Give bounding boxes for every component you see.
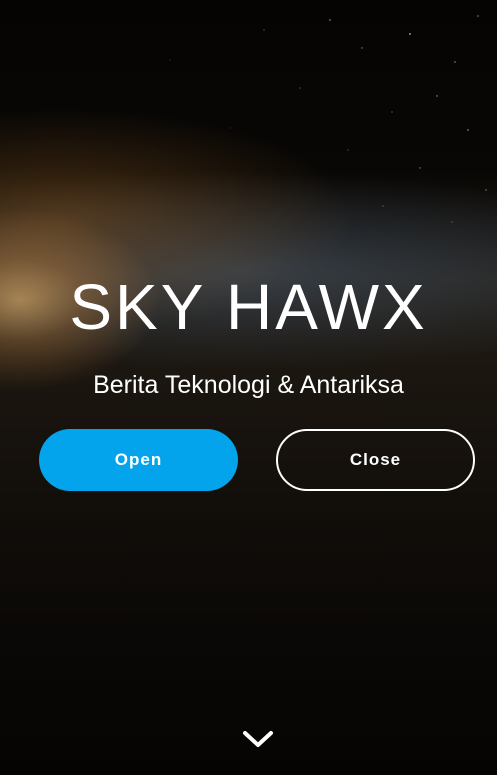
site-title: SKY HAWX	[69, 271, 428, 343]
hero-section: SKY HAWX Berita Teknologi & Antariksa Op…	[0, 0, 497, 775]
close-button[interactable]: Close	[276, 429, 475, 491]
site-tagline: Berita Teknologi & Antariksa	[93, 371, 404, 399]
chevron-down-icon[interactable]	[241, 728, 275, 750]
open-button[interactable]: Open	[39, 429, 238, 491]
